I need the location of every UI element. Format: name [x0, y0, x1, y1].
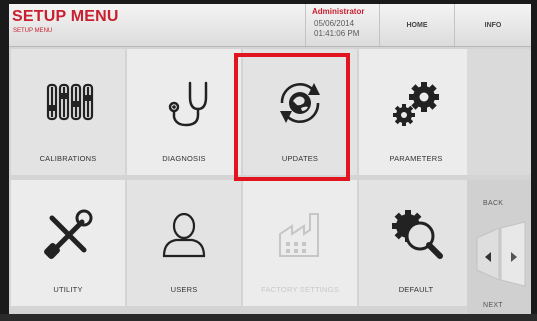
tile-label: FACTORY SETTINGS: [261, 285, 339, 294]
user-icon: [162, 212, 206, 258]
tile-label: PARAMETERS: [389, 154, 443, 163]
tile-label: USERS: [170, 285, 198, 294]
date-display: 05/06/2014: [314, 19, 355, 28]
header-divider: [305, 4, 306, 46]
next-label: NEXT: [483, 302, 503, 309]
setup-menu-screen: SETUP MENU SETUP MENU Administrator 05/0…: [9, 4, 531, 314]
page-title: SETUP MENU: [12, 8, 119, 25]
chevron-right-icon: [511, 252, 517, 262]
header-bar: SETUP MENU SETUP MENU Administrator 05/0…: [9, 4, 531, 47]
gear-search-icon: [392, 210, 443, 259]
back-button[interactable]: [477, 237, 499, 277]
tile-label: CALIBRATIONS: [39, 154, 97, 163]
users-tile[interactable]: USERS: [127, 180, 241, 306]
chevron-left-icon: [485, 252, 491, 262]
default-tile[interactable]: DEFAULT: [359, 180, 473, 306]
highlight-frame: [234, 53, 350, 181]
info-button[interactable]: INFO: [455, 4, 531, 46]
gears-icon: [393, 82, 439, 126]
parameters-tile[interactable]: PARAMETERS: [359, 49, 473, 175]
utility-tile[interactable]: UTILITY: [11, 180, 125, 306]
next-button[interactable]: [501, 237, 527, 277]
back-label: BACK: [483, 200, 504, 207]
device-bezel: [0, 314, 537, 321]
tile-label: DEFAULT: [398, 285, 434, 294]
factory-icon: [279, 213, 319, 257]
calibrations-tile[interactable]: CALIBRATIONS: [11, 49, 125, 175]
stethoscope-icon: [168, 81, 208, 127]
tile-label: UTILITY: [53, 285, 83, 294]
tile-label: DIAGNOSIS: [162, 154, 206, 163]
side-panel-top: [467, 49, 531, 175]
factory-settings-tile[interactable]: FACTORY SETTINGS: [243, 180, 357, 306]
sliders-icon: [46, 83, 94, 121]
home-button[interactable]: HOME: [380, 4, 454, 46]
tools-icon: [44, 209, 93, 259]
user-name: Administrator: [312, 7, 365, 16]
time-display: 01:41:06 PM: [314, 29, 360, 38]
diagnosis-tile[interactable]: DIAGNOSIS: [127, 49, 241, 175]
breadcrumb: SETUP MENU: [13, 28, 53, 34]
